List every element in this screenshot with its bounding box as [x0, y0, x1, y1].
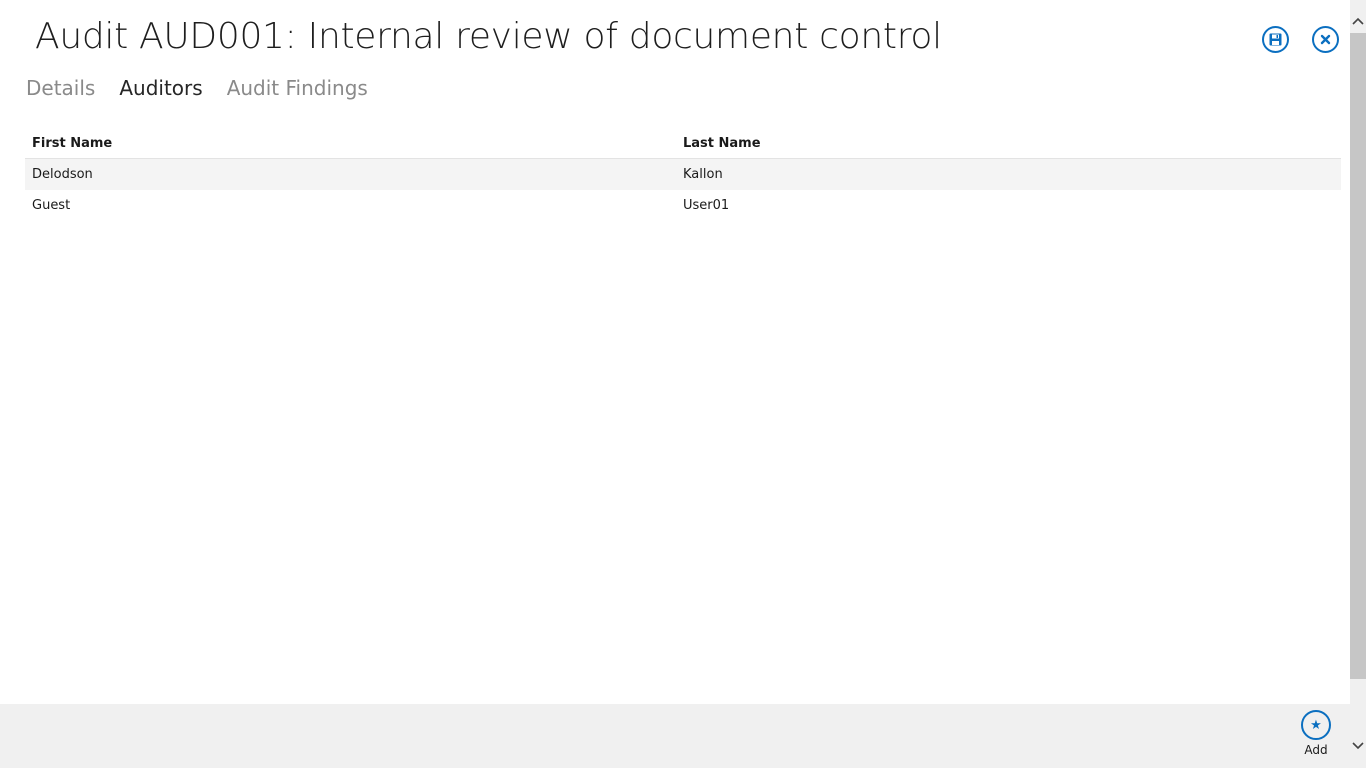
table-row[interactable]: Delodson Kallon [25, 159, 1341, 190]
cell-last-name: User01 [683, 198, 730, 213]
save-icon [1269, 33, 1282, 46]
tab-audit-findings[interactable]: Audit Findings [227, 76, 368, 100]
cell-last-name: Kallon [683, 167, 723, 182]
page-title: Audit AUD001: Internal review of documen… [35, 16, 942, 57]
auditors-grid: First Name Last Name Delodson Kallon Gue… [25, 128, 1341, 221]
close-button[interactable] [1312, 26, 1339, 53]
tab-auditors[interactable]: Auditors [119, 76, 202, 100]
scrollbar-thumb[interactable] [1350, 33, 1366, 679]
column-header-first-name[interactable]: First Name [25, 136, 683, 151]
star-icon: ★ [1301, 710, 1331, 740]
column-header-last-name[interactable]: Last Name [683, 136, 1341, 151]
table-row[interactable]: Guest User01 [25, 190, 1341, 221]
scroll-up-button[interactable] [1350, 12, 1366, 30]
scroll-down-button[interactable] [1350, 737, 1366, 755]
cell-first-name: Delodson [32, 167, 93, 182]
save-button[interactable] [1262, 26, 1289, 53]
chevron-down-icon [1352, 742, 1364, 750]
close-icon [1320, 34, 1331, 45]
audit-page: Audit AUD001: Internal review of documen… [0, 0, 1366, 768]
command-bar [0, 704, 1350, 768]
cell-first-name: Guest [32, 198, 71, 213]
grid-header: First Name Last Name [25, 128, 1341, 159]
pivot-tabs: Details Auditors Audit Findings [26, 76, 368, 100]
add-button[interactable]: ★ Add [1294, 710, 1338, 757]
add-button-label: Add [1304, 743, 1328, 757]
tab-details[interactable]: Details [26, 76, 95, 100]
chevron-up-icon [1352, 17, 1364, 25]
